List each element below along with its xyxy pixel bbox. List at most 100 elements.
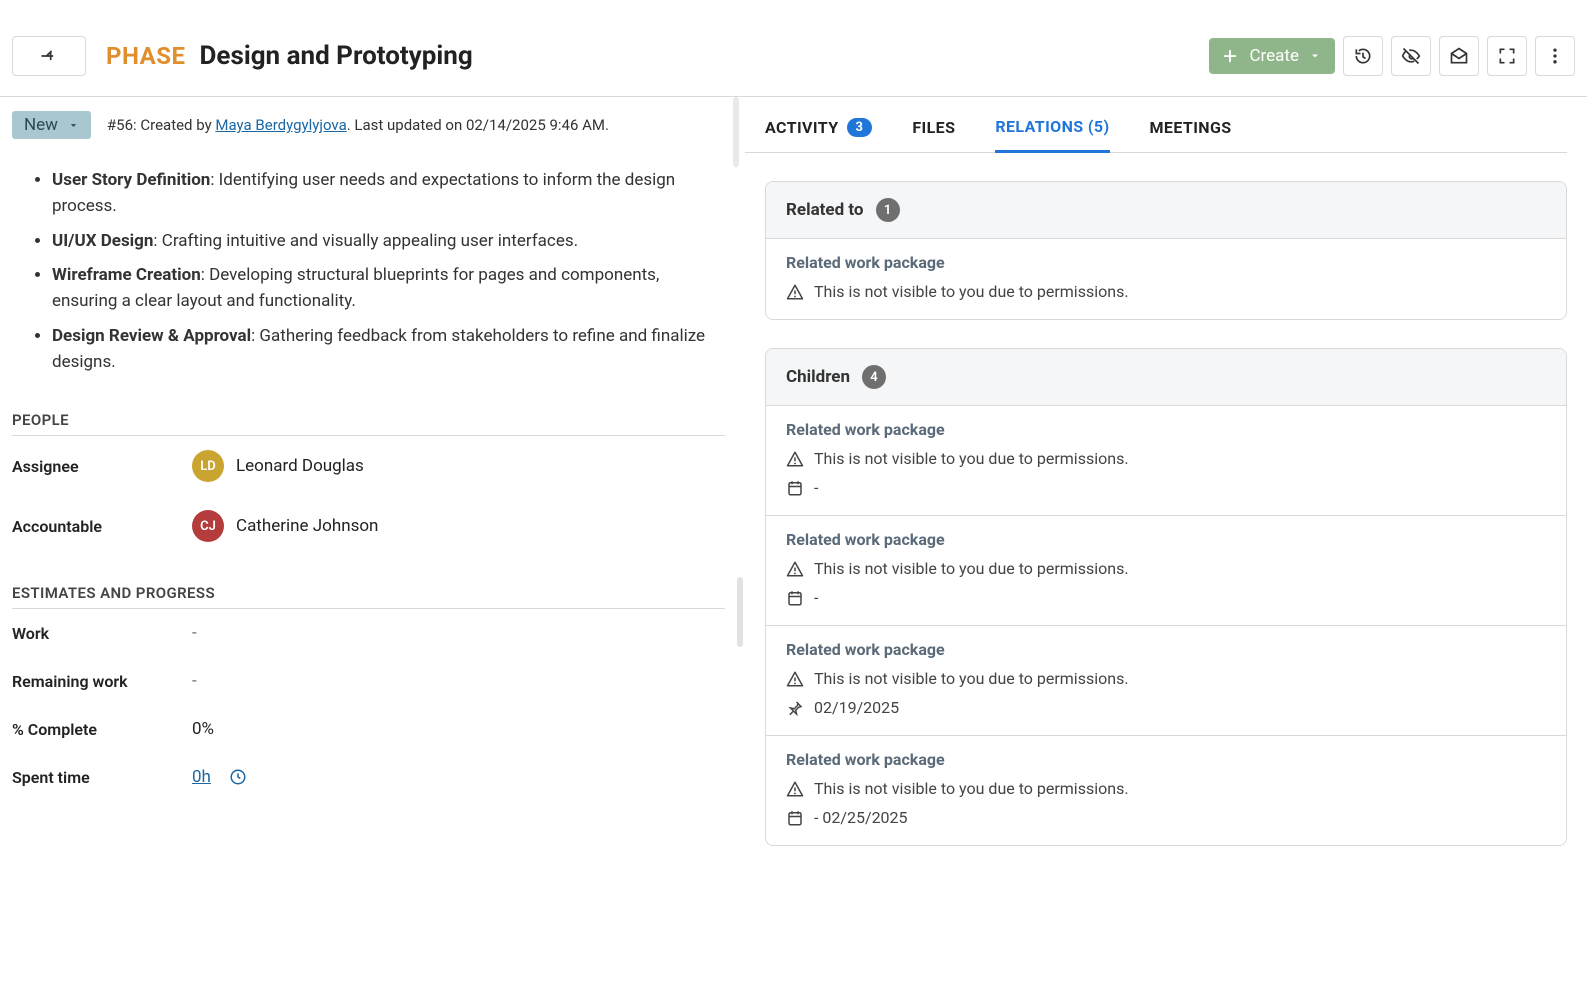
- relation-item-title: Related work package: [786, 750, 1546, 769]
- meta-line: #56: Created by Maya Berdygylyjova. Last…: [107, 116, 609, 134]
- relation-not-visible: This is not visible to you due to permis…: [814, 449, 1129, 468]
- description[interactable]: User Story Definition: Identifying user …: [12, 167, 725, 375]
- eye-off-icon: [1401, 46, 1421, 66]
- pct-complete-row: % Complete 0%: [12, 705, 725, 753]
- relation-not-visible: This is not visible to you due to permis…: [814, 559, 1129, 578]
- warning-icon: [786, 670, 804, 688]
- plus-icon: [1221, 47, 1239, 65]
- accountable-row: Accountable CJ Catherine Johnson: [12, 496, 725, 556]
- tabs: ACTIVITY 3 FILES RELATIONS (5) MEETINGS: [745, 97, 1567, 153]
- remaining-work-label: Remaining work: [12, 672, 192, 691]
- remaining-work-row: Remaining work -: [12, 657, 725, 705]
- relation-date: - 02/25/2025: [814, 808, 908, 827]
- spent-time-value[interactable]: 0h: [192, 767, 211, 787]
- status-label: New: [24, 115, 58, 135]
- more-actions-button[interactable]: [1535, 36, 1575, 76]
- relation-item[interactable]: Related work package This is not visible…: [766, 516, 1566, 626]
- assignee-name: Leonard Douglas: [236, 456, 364, 476]
- pane-splitter[interactable]: [735, 97, 745, 866]
- relation-header[interactable]: Children 4: [766, 349, 1566, 406]
- warning-icon: [786, 450, 804, 468]
- section-people: PEOPLE: [12, 411, 725, 436]
- avatar: CJ: [192, 510, 224, 542]
- relation-group-children: Children 4 Related work package This is …: [765, 348, 1567, 846]
- tab-files[interactable]: FILES: [912, 117, 955, 152]
- relation-header[interactable]: Related to 1: [766, 182, 1566, 239]
- history-button[interactable]: [1343, 36, 1383, 76]
- relation-date: 02/19/2025: [814, 698, 899, 717]
- description-item: Wireframe Creation: Developing structura…: [52, 262, 725, 315]
- create-button[interactable]: Create: [1209, 38, 1335, 74]
- relation-group-count: 1: [876, 198, 900, 222]
- avatar: LD: [192, 450, 224, 482]
- clock-icon[interactable]: [229, 768, 247, 786]
- spent-time-label: Spent time: [12, 768, 192, 787]
- relation-date: -: [814, 478, 818, 497]
- pct-complete-value[interactable]: 0%: [192, 719, 214, 739]
- relation-item[interactable]: Related work package This is not visible…: [766, 406, 1566, 516]
- meta-suffix: . Last updated on 02/14/2025 9:46 AM.: [347, 116, 609, 134]
- fullscreen-button[interactable]: [1487, 36, 1527, 76]
- unwatch-button[interactable]: [1391, 36, 1431, 76]
- work-value[interactable]: -: [192, 623, 197, 643]
- status-dropdown[interactable]: New: [12, 111, 91, 139]
- warning-icon: [786, 780, 804, 798]
- spent-time-row: Spent time 0h: [12, 753, 725, 801]
- relation-group-title: Related to: [786, 200, 864, 220]
- chevron-down-icon: [68, 120, 79, 131]
- description-item: User Story Definition: Identifying user …: [52, 167, 725, 220]
- relation-not-visible: This is not visible to you due to permis…: [814, 779, 1129, 798]
- page-title[interactable]: Design and Prototyping: [200, 41, 473, 71]
- description-item: UI/UX Design: Crafting intuitive and vis…: [52, 228, 725, 254]
- relation-group-count: 4: [862, 365, 886, 389]
- back-arrow-icon: [39, 46, 59, 66]
- relation-not-visible: This is not visible to you due to permis…: [814, 282, 1129, 301]
- create-button-label: Create: [1249, 46, 1299, 66]
- author-link[interactable]: Maya Berdygylyjova: [215, 116, 346, 134]
- envelope-open-icon: [1449, 46, 1469, 66]
- relation-item-title: Related work package: [786, 530, 1546, 549]
- relation-group-title: Children: [786, 367, 850, 387]
- relation-date: -: [814, 588, 818, 607]
- relation-item-title: Related work package: [786, 420, 1546, 439]
- kebab-icon: [1545, 46, 1565, 66]
- relation-item-title: Related work package: [786, 253, 1546, 272]
- relation-item[interactable]: Related work package This is not visible…: [766, 626, 1566, 736]
- back-button[interactable]: [12, 36, 86, 76]
- relation-item[interactable]: Related work package This is not visible…: [766, 239, 1566, 319]
- relation-group-related-to: Related to 1 Related work package This i…: [765, 181, 1567, 320]
- assignee-value[interactable]: LD Leonard Douglas: [192, 450, 364, 482]
- assignee-label: Assignee: [12, 457, 192, 476]
- history-icon: [1353, 46, 1373, 66]
- remaining-work-value[interactable]: -: [192, 671, 197, 691]
- description-item: Design Review & Approval: Gathering feed…: [52, 323, 725, 376]
- chevron-down-icon: [1309, 50, 1321, 62]
- warning-icon: [786, 283, 804, 301]
- activity-count-badge: 3: [847, 118, 873, 137]
- accountable-name: Catherine Johnson: [236, 516, 378, 536]
- share-email-button[interactable]: [1439, 36, 1479, 76]
- tab-meetings[interactable]: MEETINGS: [1150, 117, 1232, 152]
- work-label: Work: [12, 624, 192, 643]
- pct-complete-label: % Complete: [12, 720, 192, 739]
- accountable-label: Accountable: [12, 517, 192, 536]
- calendar-icon: [786, 479, 804, 497]
- tab-activity[interactable]: ACTIVITY 3: [765, 117, 872, 152]
- expand-icon: [1497, 46, 1517, 66]
- meta-prefix: #56: Created by: [107, 116, 215, 134]
- assignee-row: Assignee LD Leonard Douglas: [12, 436, 725, 496]
- accountable-value[interactable]: CJ Catherine Johnson: [192, 510, 378, 542]
- tab-activity-label: ACTIVITY: [765, 118, 839, 137]
- splitter-handle-icon: [737, 577, 743, 647]
- relation-not-visible: This is not visible to you due to permis…: [814, 669, 1129, 688]
- relation-item[interactable]: Related work package This is not visible…: [766, 736, 1566, 845]
- tab-relations[interactable]: RELATIONS (5): [995, 117, 1109, 153]
- relation-item-title: Related work package: [786, 640, 1546, 659]
- section-estimates: ESTIMATES AND PROGRESS: [12, 584, 725, 609]
- pin-icon: [786, 699, 804, 717]
- calendar-icon: [786, 809, 804, 827]
- work-row: Work -: [12, 609, 725, 657]
- type-label: PHASE: [106, 42, 186, 70]
- calendar-icon: [786, 589, 804, 607]
- warning-icon: [786, 560, 804, 578]
